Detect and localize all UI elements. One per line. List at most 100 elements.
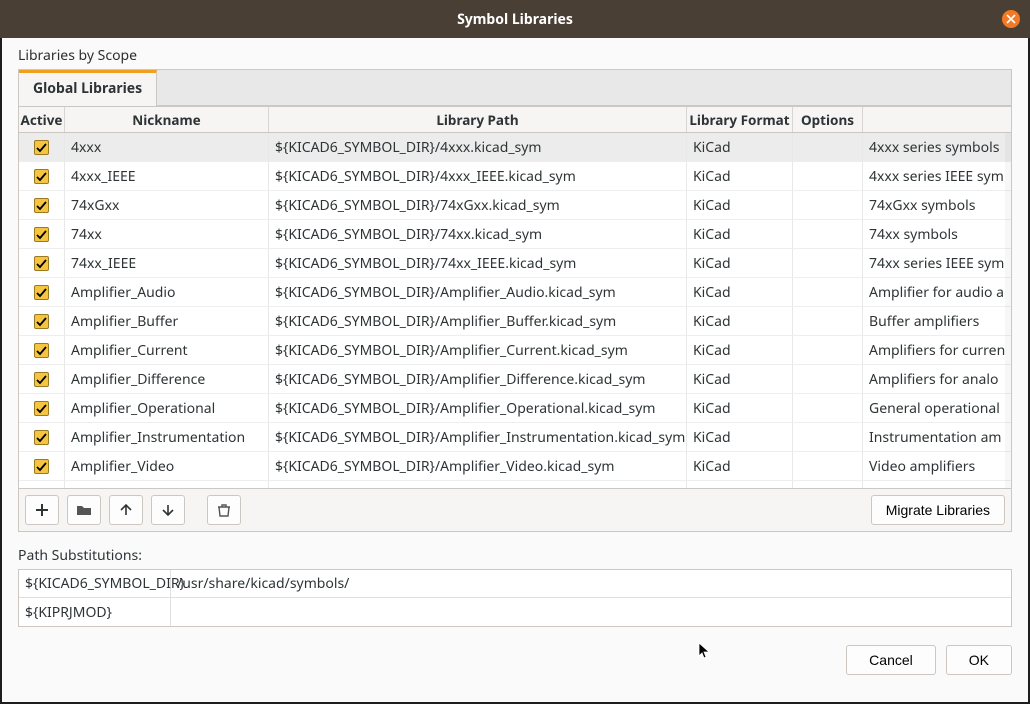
- cancel-button[interactable]: Cancel: [846, 645, 936, 675]
- cell-format[interactable]: KiCad: [687, 220, 793, 248]
- active-checkbox[interactable]: [34, 140, 49, 155]
- cell-nickname[interactable]: 74xGxx: [65, 191, 269, 219]
- substitution-key[interactable]: ${KIPRJMOD}: [19, 598, 171, 626]
- cell-path[interactable]: ${KICAD6_SYMBOL_DIR}/Amplifier_Video.kic…: [269, 452, 687, 480]
- browse-button[interactable]: [67, 495, 101, 525]
- delete-row-button[interactable]: [207, 495, 241, 525]
- move-up-button[interactable]: [109, 495, 143, 525]
- cell-nickname[interactable]: Amplifier_Buffer: [65, 307, 269, 335]
- table-row[interactable]: 4xxx${KICAD6_SYMBOL_DIR}/4xxx.kicad_symK…: [19, 133, 1011, 162]
- cell-nickname[interactable]: 4xxx_IEEE: [65, 162, 269, 190]
- cell-options[interactable]: [793, 452, 863, 480]
- active-checkbox[interactable]: [34, 401, 49, 416]
- cell-options[interactable]: [793, 394, 863, 422]
- cell-active[interactable]: [19, 162, 65, 190]
- ok-button[interactable]: OK: [946, 645, 1012, 675]
- cell-path[interactable]: ${KICAD6_SYMBOL_DIR}/Amplifier_Instrumen…: [269, 423, 687, 451]
- cell-nickname[interactable]: Amplifier_Operational: [65, 394, 269, 422]
- scrollbar-vertical[interactable]: [1005, 133, 1011, 488]
- substitution-value[interactable]: /usr/share/kicad/symbols/: [171, 570, 1011, 597]
- active-checkbox[interactable]: [34, 459, 49, 474]
- cell-description[interactable]: Amplifiers for analo: [863, 365, 1011, 393]
- cell-active[interactable]: [19, 365, 65, 393]
- cell-description[interactable]: 4xxx series IEEE sym: [863, 162, 1011, 190]
- substitution-key[interactable]: ${KICAD6_SYMBOL_DIR}: [19, 570, 171, 597]
- cell-path[interactable]: ${KICAD6_SYMBOL_DIR}/74xx.kicad_sym: [269, 220, 687, 248]
- cell-path[interactable]: ${KICAD6_SYMBOL_DIR}/Analog.kicad_sym: [269, 481, 687, 488]
- cell-active[interactable]: [19, 133, 65, 161]
- table-row[interactable]: 4xxx_IEEE${KICAD6_SYMBOL_DIR}/4xxx_IEEE.…: [19, 162, 1011, 191]
- cell-format[interactable]: KiCad: [687, 452, 793, 480]
- cell-active[interactable]: [19, 452, 65, 480]
- table-row[interactable]: Amplifier_Current${KICAD6_SYMBOL_DIR}/Am…: [19, 336, 1011, 365]
- cell-path[interactable]: ${KICAD6_SYMBOL_DIR}/4xxx.kicad_sym: [269, 133, 687, 161]
- cell-description[interactable]: Amplifiers for curren: [863, 336, 1011, 364]
- cell-description[interactable]: Amplifier for audio a: [863, 278, 1011, 306]
- cell-options[interactable]: [793, 423, 863, 451]
- cell-description[interactable]: Buffer amplifiers: [863, 307, 1011, 335]
- active-checkbox[interactable]: [34, 314, 49, 329]
- cell-description[interactable]: Instrumentation am: [863, 423, 1011, 451]
- cell-active[interactable]: [19, 423, 65, 451]
- cell-path[interactable]: ${KICAD6_SYMBOL_DIR}/Amplifier_Operation…: [269, 394, 687, 422]
- cell-active[interactable]: [19, 394, 65, 422]
- substitution-row[interactable]: ${KIPRJMOD}: [19, 598, 1011, 626]
- cell-format[interactable]: KiCad: [687, 336, 793, 364]
- col-header-active[interactable]: Active: [19, 107, 65, 132]
- cell-active[interactable]: [19, 307, 65, 335]
- cell-format[interactable]: KiCad: [687, 481, 793, 488]
- cell-path[interactable]: ${KICAD6_SYMBOL_DIR}/Amplifier_Audio.kic…: [269, 278, 687, 306]
- cell-description[interactable]: Miscellaneous analo: [863, 481, 1011, 488]
- active-checkbox[interactable]: [34, 285, 49, 300]
- tab-global-libraries[interactable]: Global Libraries: [19, 70, 157, 106]
- active-checkbox[interactable]: [34, 430, 49, 445]
- cell-format[interactable]: KiCad: [687, 133, 793, 161]
- cell-active[interactable]: [19, 191, 65, 219]
- table-row[interactable]: 74xGxx${KICAD6_SYMBOL_DIR}/74xGxx.kicad_…: [19, 191, 1011, 220]
- table-row[interactable]: Amplifier_Video${KICAD6_SYMBOL_DIR}/Ampl…: [19, 452, 1011, 481]
- move-down-button[interactable]: [151, 495, 185, 525]
- table-row[interactable]: Analog${KICAD6_SYMBOL_DIR}/Analog.kicad_…: [19, 481, 1011, 488]
- cell-nickname[interactable]: Analog: [65, 481, 269, 488]
- migrate-libraries-button[interactable]: Migrate Libraries: [871, 495, 1005, 525]
- cell-options[interactable]: [793, 365, 863, 393]
- cell-options[interactable]: [793, 191, 863, 219]
- cell-active[interactable]: [19, 220, 65, 248]
- active-checkbox[interactable]: [34, 256, 49, 271]
- cell-path[interactable]: ${KICAD6_SYMBOL_DIR}/4xxx_IEEE.kicad_sym: [269, 162, 687, 190]
- col-header-path[interactable]: Library Path: [269, 107, 687, 132]
- cell-active[interactable]: [19, 249, 65, 277]
- cell-options[interactable]: [793, 220, 863, 248]
- cell-options[interactable]: [793, 249, 863, 277]
- active-checkbox[interactable]: [34, 227, 49, 242]
- substitution-value[interactable]: [171, 598, 1011, 626]
- col-header-description[interactable]: [863, 107, 1011, 132]
- table-body[interactable]: 4xxx${KICAD6_SYMBOL_DIR}/4xxx.kicad_symK…: [19, 133, 1011, 488]
- cell-format[interactable]: KiCad: [687, 394, 793, 422]
- table-row[interactable]: Amplifier_Instrumentation${KICAD6_SYMBOL…: [19, 423, 1011, 452]
- cell-path[interactable]: ${KICAD6_SYMBOL_DIR}/Amplifier_Buffer.ki…: [269, 307, 687, 335]
- table-row[interactable]: 74xx_IEEE${KICAD6_SYMBOL_DIR}/74xx_IEEE.…: [19, 249, 1011, 278]
- cell-description[interactable]: 74xGxx symbols: [863, 191, 1011, 219]
- active-checkbox[interactable]: [34, 372, 49, 387]
- table-row[interactable]: Amplifier_Difference${KICAD6_SYMBOL_DIR}…: [19, 365, 1011, 394]
- col-header-format[interactable]: Library Format: [687, 107, 793, 132]
- col-header-options[interactable]: Options: [793, 107, 863, 132]
- cell-nickname[interactable]: Amplifier_Instrumentation: [65, 423, 269, 451]
- cell-description[interactable]: 74xx symbols: [863, 220, 1011, 248]
- cell-active[interactable]: [19, 336, 65, 364]
- cell-active[interactable]: [19, 481, 65, 488]
- cell-description[interactable]: Video amplifiers: [863, 452, 1011, 480]
- col-header-nickname[interactable]: Nickname: [65, 107, 269, 132]
- active-checkbox[interactable]: [34, 169, 49, 184]
- cell-nickname[interactable]: Amplifier_Video: [65, 452, 269, 480]
- table-row[interactable]: Amplifier_Buffer${KICAD6_SYMBOL_DIR}/Amp…: [19, 307, 1011, 336]
- table-row[interactable]: Amplifier_Audio${KICAD6_SYMBOL_DIR}/Ampl…: [19, 278, 1011, 307]
- cell-nickname[interactable]: Amplifier_Current: [65, 336, 269, 364]
- add-row-button[interactable]: [25, 495, 59, 525]
- cell-description[interactable]: General operational: [863, 394, 1011, 422]
- cell-options[interactable]: [793, 336, 863, 364]
- cell-nickname[interactable]: 74xx: [65, 220, 269, 248]
- cell-format[interactable]: KiCad: [687, 423, 793, 451]
- table-row[interactable]: Amplifier_Operational${KICAD6_SYMBOL_DIR…: [19, 394, 1011, 423]
